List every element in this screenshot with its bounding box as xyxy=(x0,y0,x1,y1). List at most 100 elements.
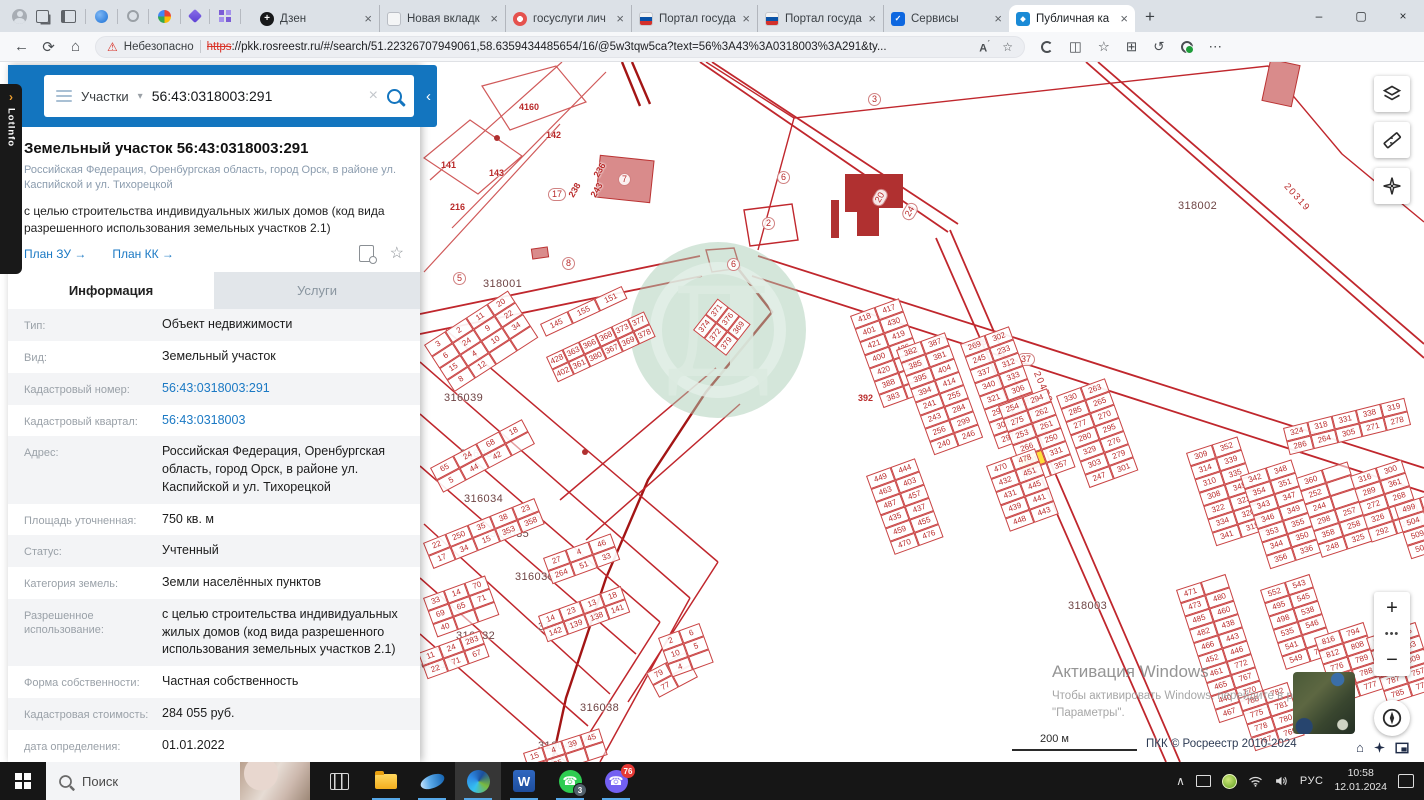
taskbar-app-word[interactable]: W xyxy=(501,762,547,800)
tab-services[interactable]: Услуги xyxy=(214,272,420,309)
task-view-icon[interactable] xyxy=(330,772,349,790)
address-bar[interactable]: ⚠ Небезопасно https://pkk.rosreestr.ru/#… xyxy=(95,35,1025,58)
fullscreen-icon[interactable] xyxy=(1395,742,1409,754)
satellite-layer-thumbnail[interactable] xyxy=(1293,672,1355,734)
locate-me-button[interactable] xyxy=(1374,700,1410,736)
browser-tab[interactable]: Портал госуда × xyxy=(631,5,757,32)
tab-close-icon[interactable]: × xyxy=(742,11,750,26)
language-indicator[interactable]: РУС xyxy=(1300,775,1324,787)
start-button[interactable] xyxy=(0,762,46,800)
refresh-button[interactable]: ⟳ xyxy=(35,38,62,56)
plan-zu-link[interactable]: План ЗУ → xyxy=(24,247,86,261)
rewards-icon[interactable] xyxy=(1180,40,1194,54)
browser-tab[interactable]: Новая вкладк × xyxy=(379,5,505,32)
tray-display-icon[interactable] xyxy=(1195,775,1211,787)
bookmark-star-icon[interactable]: ☆ xyxy=(390,245,404,262)
browser-tab[interactable]: + Дзен × xyxy=(253,5,379,32)
page-url[interactable]: https://pkk.rosreestr.ru/#/search/51.223… xyxy=(207,41,887,53)
panel-collapse-button[interactable]: ‹ xyxy=(420,65,437,127)
browser-tab[interactable]: ✓ Сервисы × xyxy=(883,5,1009,32)
document-search-icon[interactable] xyxy=(358,245,377,265)
search-highlight-image[interactable] xyxy=(240,762,310,800)
search-input[interactable]: 56:43:0318003:291 xyxy=(152,88,360,104)
zoom-options-button[interactable]: ••• xyxy=(1374,624,1410,644)
tray-expand-icon[interactable]: ∧ xyxy=(1176,774,1185,788)
tab-close-icon[interactable]: × xyxy=(364,11,372,26)
info-row-value-link[interactable]: 56:43:0318003 xyxy=(162,412,404,430)
favorite-star-icon[interactable]: ☆ xyxy=(1002,40,1013,54)
taskbar-app-file-explorer[interactable] xyxy=(363,762,409,800)
taskbar-search[interactable]: Поиск xyxy=(46,762,310,800)
taskbar-app-whatsapp[interactable]: ☎ 3 xyxy=(547,762,593,800)
new-tab-button[interactable]: + xyxy=(1145,8,1155,25)
home-map-icon[interactable]: ⌂ xyxy=(1356,740,1364,755)
window-close-button[interactable]: × xyxy=(1382,1,1424,32)
divider xyxy=(117,8,118,24)
zoom-out-button[interactable]: − xyxy=(1374,644,1410,676)
tab-close-icon[interactable]: × xyxy=(994,11,1002,26)
clear-search-icon[interactable]: × xyxy=(369,87,378,105)
tab-close-icon[interactable]: × xyxy=(616,11,624,26)
extension-grid-icon[interactable] xyxy=(219,10,231,22)
history-icon[interactable]: ↺ xyxy=(1153,39,1164,55)
window-minimize-button[interactable]: – xyxy=(1298,1,1340,32)
tab-title: Публичная ка xyxy=(1036,12,1110,25)
tray-antivirus-icon[interactable] xyxy=(1221,773,1237,789)
windows-logo-icon xyxy=(15,773,31,789)
search-icon[interactable] xyxy=(387,88,402,104)
search-box[interactable]: Участки ▾ 56:43:0318003:291 × xyxy=(44,75,414,117)
extension-blue-icon[interactable] xyxy=(95,9,108,23)
tab-groups-icon[interactable] xyxy=(36,9,49,23)
action-center-icon[interactable] xyxy=(1398,774,1414,788)
extension-diamond-icon[interactable] xyxy=(187,8,203,24)
back-button[interactable]: ← xyxy=(8,38,35,55)
settings-more-icon[interactable]: ⋯ xyxy=(1209,39,1223,55)
layers-button[interactable] xyxy=(1374,76,1410,112)
plan-kk-link[interactable]: План КК → xyxy=(112,247,174,261)
divider xyxy=(240,8,241,24)
collections-icon[interactable]: ⊞ xyxy=(1126,39,1137,55)
split-screen-icon[interactable]: ◫ xyxy=(1069,39,1082,55)
lotinfo-extension-handle[interactable]: › LotInfo xyxy=(0,84,22,274)
home-button[interactable]: ⌂ xyxy=(62,38,89,55)
parcel-attributes-table: Тип: Объект недвижимости Вид: Земельный уча… xyxy=(8,309,420,762)
taskbar-app-edge[interactable] xyxy=(455,762,501,800)
tab-close-icon[interactable]: × xyxy=(490,11,498,26)
parcel-cluster: 3 2 11 20 6 24 9 22 15 4 10 34 8 12 xyxy=(424,290,539,392)
taskbar-app-photos[interactable] xyxy=(409,762,455,800)
read-aloud-icon[interactable]: A xyxy=(979,39,990,54)
clock[interactable]: 10:58 12.01.2024 xyxy=(1334,767,1387,794)
taskbar-app-viber[interactable]: ☎ 76 xyxy=(593,762,639,800)
compass-star-icon[interactable] xyxy=(1373,741,1386,754)
browser-tab[interactable]: Портал госуда × xyxy=(757,5,883,32)
info-row: Кадастровый квартал: 56:43:0318003 xyxy=(8,404,420,437)
browser-tab[interactable]: ◆ Публичная ка × xyxy=(1009,5,1135,32)
menu-icon[interactable] xyxy=(56,90,72,102)
panel-search-header: Участки ▾ 56:43:0318003:291 × ‹ xyxy=(8,65,437,127)
window-maximize-button[interactable]: ▢ xyxy=(1340,1,1382,32)
chevron-down-icon: ▾ xyxy=(137,90,143,102)
browser-tab[interactable]: госуслуги лич × xyxy=(505,5,631,32)
tab-information[interactable]: Информация xyxy=(8,272,214,310)
info-row: Статус: Учтенный xyxy=(8,535,420,568)
extension-gray-icon[interactable] xyxy=(127,10,139,22)
favorites-bar-icon[interactable]: ☆ xyxy=(1098,39,1110,55)
info-row: Кадастровая стоимость: 284 055 руб. xyxy=(8,697,420,730)
info-row-value-link[interactable]: 56:43:0318003:291 xyxy=(162,380,404,398)
profile-icon[interactable] xyxy=(12,8,27,24)
copilot-icon[interactable] xyxy=(1041,40,1053,53)
parcel-cell[interactable]: 151 xyxy=(594,285,628,312)
extension-color-icon[interactable] xyxy=(158,9,171,23)
volume-icon[interactable] xyxy=(1274,775,1289,787)
zoom-in-button[interactable]: + xyxy=(1374,592,1410,624)
search-category-dropdown[interactable]: Участки xyxy=(81,89,129,104)
tab-close-icon[interactable]: × xyxy=(868,11,876,26)
measure-button[interactable] xyxy=(1374,122,1410,158)
tab-close-icon[interactable]: × xyxy=(1120,11,1128,26)
divider xyxy=(199,40,201,53)
swoosh-icon xyxy=(417,770,447,792)
map-viewport[interactable]: Д 31800131800231800331603931603331603431… xyxy=(0,62,1424,762)
wifi-icon[interactable] xyxy=(1248,775,1263,787)
vertical-tabs-icon[interactable] xyxy=(61,9,76,23)
identify-point-button[interactable] xyxy=(1374,168,1410,204)
